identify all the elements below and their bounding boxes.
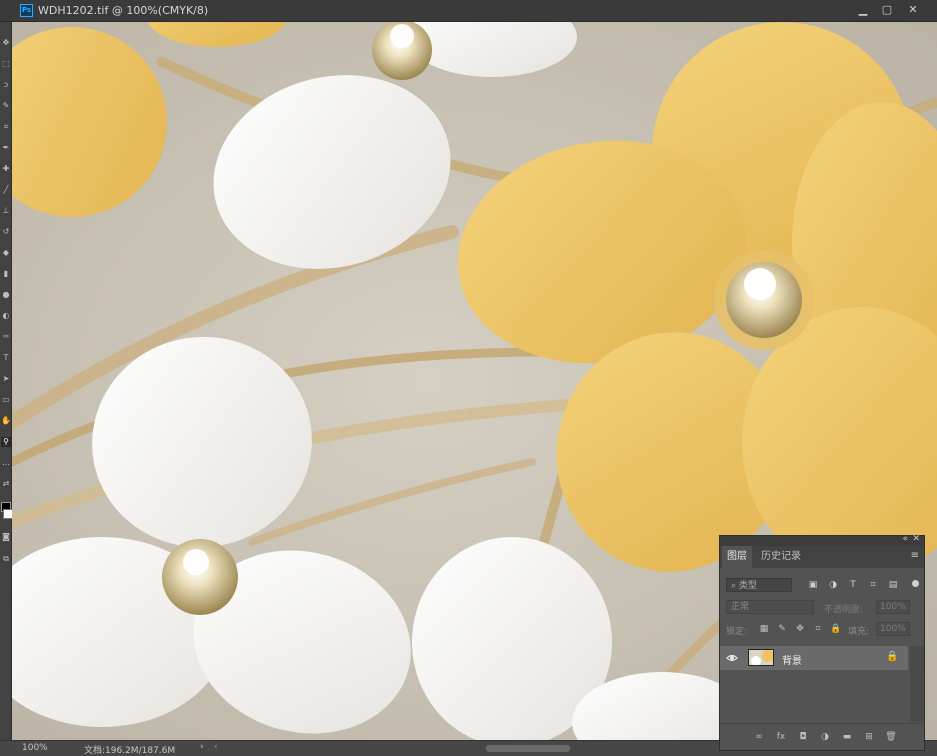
tools-panel: ✥ ⬚ ↄ ✎ ⌗ ✒ ✚ ╱ ⊥ ↺ ◆ ▮ ● ◐ ✑ T ➤ ▭ ✋ ⚲ … ⇄ ◙ ⧉	[0, 22, 13, 756]
adjustment-layer-icon[interactable]: ◑	[818, 731, 832, 743]
tab-layers[interactable]: 图层	[722, 546, 752, 568]
close-panel-icon[interactable]: ✕	[912, 534, 920, 544]
quick-select-tool-icon[interactable]: ✎	[1, 101, 11, 111]
hand-tool-icon[interactable]: ✋	[1, 416, 11, 426]
pen-tool-icon[interactable]: ✑	[1, 332, 11, 342]
lock-icon[interactable]: 🔒	[886, 651, 898, 662]
path-select-tool-icon[interactable]: ➤	[1, 374, 11, 384]
lock-position-icon[interactable]: ✥	[794, 623, 806, 635]
layer-thumbnail	[748, 649, 774, 666]
minimize-icon[interactable]: ▁	[852, 2, 874, 18]
move-tool-icon[interactable]: ✥	[1, 38, 11, 48]
dodge-tool-icon[interactable]: ◐	[1, 311, 11, 321]
lock-artboard-icon[interactable]: ⌗	[812, 623, 824, 635]
filter-type-select[interactable]: ⌕ 类型	[726, 578, 792, 592]
layers-footer: ∞ fx ◘ ◑ ▬ ⊞ 🗑	[720, 723, 924, 750]
more-tools-icon[interactable]: …	[1, 458, 11, 468]
history-brush-tool-icon[interactable]: ↺	[1, 227, 11, 237]
panel-scrollbar[interactable]	[910, 646, 924, 722]
filter-toggle[interactable]	[912, 580, 919, 587]
layers-panel: « ✕ 图层 历史记录 ≡ ⌕ 类型 ▣ ◑ T ⌗ ▤ 正常 不透明度: 10…	[719, 534, 925, 751]
document-tab-title[interactable]: WDH1202.tif @ 100%(CMYK/8)	[38, 4, 208, 17]
collapse-panel-icon[interactable]: «	[902, 534, 908, 544]
layer-name[interactable]: 背景	[782, 652, 802, 667]
add-mask-icon[interactable]: ◘	[796, 731, 810, 743]
link-layers-icon[interactable]: ∞	[752, 731, 766, 743]
new-layer-icon[interactable]: ⊞	[862, 731, 876, 743]
status-menu-arrow[interactable]: ›	[200, 742, 204, 752]
lock-transparency-icon[interactable]: ▦	[758, 623, 770, 635]
opacity-field[interactable]: 100%	[876, 600, 910, 614]
delete-layer-icon[interactable]: 🗑	[884, 731, 898, 743]
blur-tool-icon[interactable]: ●	[1, 290, 11, 300]
crop-tool-icon[interactable]: ⌗	[1, 122, 11, 132]
marquee-tool-icon[interactable]: ⬚	[1, 59, 11, 69]
panel-tabs: 图层 历史记录	[720, 546, 924, 568]
layer-style-icon[interactable]: fx	[774, 731, 788, 743]
photoshop-app-icon: Ps	[20, 4, 33, 17]
close-icon[interactable]: ✕	[902, 2, 924, 18]
blend-mode-select[interactable]: 正常	[726, 600, 814, 614]
gradient-tool-icon[interactable]: ▮	[1, 269, 11, 279]
type-tool-icon[interactable]: T	[1, 353, 11, 363]
eye-icon[interactable]	[726, 652, 738, 664]
lasso-tool-icon[interactable]: ↄ	[1, 80, 11, 90]
fill-field[interactable]: 100%	[876, 622, 910, 636]
shape-filter-icon[interactable]: ⌗	[866, 578, 880, 592]
adjustment-filter-icon[interactable]: ◑	[826, 578, 840, 592]
lock-label: 锁定:	[726, 627, 748, 637]
eyedropper-tool-icon[interactable]: ✒	[1, 143, 11, 153]
tab-history[interactable]: 历史记录	[756, 546, 806, 568]
panel-header: « ✕	[720, 534, 924, 546]
swap-colors-icon[interactable]: ⇄	[1, 479, 11, 489]
fill-label: 填充:	[848, 627, 870, 637]
type-filter-icon[interactable]: T	[846, 578, 860, 592]
screen-mode-icon[interactable]: ⧉	[1, 554, 11, 564]
brush-tool-icon[interactable]: ╱	[1, 185, 11, 195]
layer-filter-row: ⌕ 类型 ▣ ◑ T ⌗ ▤	[726, 578, 919, 594]
lock-all-icon[interactable]: 🔒	[830, 623, 842, 635]
lock-image-icon[interactable]: ✎	[776, 623, 788, 635]
zoom-tool-icon[interactable]: ⚲	[1, 437, 11, 447]
opacity-label: 不透明度:	[824, 605, 864, 615]
zoom-level-field[interactable]: 100%	[22, 743, 48, 753]
scroll-left-arrow[interactable]: ‹	[214, 742, 218, 752]
panel-menu-icon[interactable]: ≡	[911, 550, 919, 561]
healing-tool-icon[interactable]: ✚	[1, 164, 11, 174]
smart-object-filter-icon[interactable]: ▤	[886, 578, 900, 592]
shape-tool-icon[interactable]: ▭	[1, 395, 11, 405]
quick-mask-icon[interactable]: ◙	[1, 532, 11, 542]
blend-row: 正常 不透明度: 100%	[726, 600, 918, 616]
restore-icon[interactable]: ▢	[876, 2, 898, 18]
stamp-tool-icon[interactable]: ⊥	[1, 206, 11, 216]
lock-row: 锁定: ▦ ✎ ✥ ⌗ 🔒 填充: 100%	[726, 622, 918, 638]
document-titlebar: Ps WDH1202.tif @ 100%(CMYK/8) ▁ ▢ ✕	[0, 0, 937, 22]
pixel-filter-icon[interactable]: ▣	[806, 578, 820, 592]
document-size-info: 文档:196.2M/187.6M	[84, 746, 176, 756]
horizontal-scrollbar[interactable]	[486, 745, 570, 752]
layer-row[interactable]: 背景 🔒	[720, 646, 908, 670]
eraser-tool-icon[interactable]: ◆	[1, 248, 11, 258]
new-group-icon[interactable]: ▬	[840, 731, 854, 743]
